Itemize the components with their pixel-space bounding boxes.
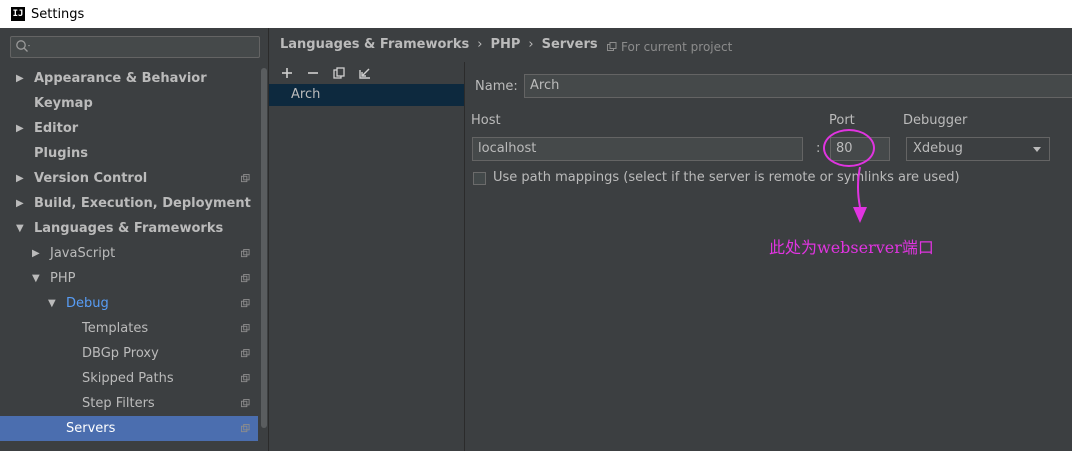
- project-scope-icon: [607, 42, 617, 51]
- copy-icon: [333, 67, 345, 79]
- path-mappings-label: Use path mappings (select if the server …: [493, 170, 960, 185]
- title-bar: IJ Settings: [0, 0, 1072, 28]
- sidebar-item-php[interactable]: ▼ PHP: [0, 266, 258, 291]
- project-scope-icon: [241, 299, 250, 308]
- sidebar-item-label: PHP: [50, 271, 76, 286]
- sidebar-item-label: Debug: [66, 296, 109, 311]
- sidebar-item-label: Templates: [82, 321, 149, 336]
- host-label: Host: [471, 113, 501, 128]
- project-scope-icon: [241, 349, 250, 358]
- copy-server-button[interactable]: [329, 65, 349, 81]
- triangle-right-icon[interactable]: ▶: [16, 199, 26, 209]
- import-icon: [359, 68, 370, 79]
- remove-server-button[interactable]: [303, 65, 323, 81]
- import-server-button[interactable]: [355, 65, 375, 81]
- triangle-down-icon[interactable]: ▼: [48, 299, 58, 309]
- sidebar-item-label: Keymap: [34, 96, 93, 111]
- sidebar-item-label: Skipped Paths: [82, 371, 174, 386]
- project-scope-icon: [241, 374, 250, 383]
- server-list: Arch: [269, 84, 464, 106]
- sidebar-item-servers[interactable]: Servers: [0, 416, 258, 441]
- sidebar-item-languages-frameworks[interactable]: ▼ Languages & Frameworks: [0, 216, 258, 241]
- project-scope-icon: [241, 249, 250, 258]
- breadcrumb-separator: ›: [477, 37, 483, 52]
- sidebar-item-skipped-paths[interactable]: Skipped Paths: [0, 366, 258, 391]
- sidebar-item-templates[interactable]: Templates: [0, 316, 258, 341]
- project-scope-icon: [241, 424, 250, 433]
- plus-icon: [282, 68, 292, 78]
- for-current-project-label: For current project: [621, 40, 733, 54]
- sidebar-item-label: Plugins: [34, 146, 88, 161]
- triangle-right-icon[interactable]: ▶: [16, 74, 26, 84]
- for-current-project-note: For current project: [607, 40, 732, 54]
- chevron-down-icon: [1033, 147, 1041, 152]
- server-list-item[interactable]: Arch: [269, 84, 464, 106]
- project-scope-icon: [241, 399, 250, 408]
- triangle-down-icon[interactable]: ▼: [16, 224, 26, 234]
- sidebar-scrollbar[interactable]: [260, 68, 268, 451]
- breadcrumb: Languages & Frameworks › PHP › Servers: [280, 37, 598, 52]
- sidebar-item-label: DBGp Proxy: [82, 346, 159, 361]
- project-scope-icon: [241, 324, 250, 333]
- breadcrumb-separator: ›: [528, 37, 534, 52]
- window-title: Settings: [31, 6, 85, 22]
- triangle-right-icon[interactable]: ▶: [32, 249, 42, 259]
- minus-icon: [308, 72, 318, 74]
- triangle-right-icon[interactable]: ▶: [16, 124, 26, 134]
- server-detail-form: Name: Arch Host localhost : Port 80 Debu…: [465, 62, 1072, 451]
- debugger-label: Debugger: [903, 113, 968, 128]
- main-panel: Languages & Frameworks › PHP › Servers F…: [269, 28, 1072, 451]
- breadcrumb-item: PHP: [490, 37, 521, 52]
- triangle-right-icon[interactable]: ▶: [16, 174, 26, 184]
- name-input[interactable]: Arch: [524, 74, 1072, 98]
- sidebar-item-label: Version Control: [34, 171, 148, 186]
- sidebar-item-label: Build, Execution, Deployment: [34, 196, 251, 211]
- triangle-down-icon[interactable]: ▼: [32, 274, 42, 284]
- annotation-arrow-icon: [853, 167, 867, 223]
- name-label: Name:: [475, 79, 518, 94]
- sidebar-item-appearance-behavior[interactable]: ▶ Appearance & Behavior: [0, 66, 258, 91]
- sidebar-item-label: Step Filters: [82, 396, 155, 411]
- sidebar-item-label: JavaScript: [50, 246, 116, 261]
- sidebar-item-label: Servers: [66, 421, 116, 436]
- breadcrumb-item: Languages & Frameworks: [280, 37, 470, 52]
- sidebar-item-build-execution-deployment[interactable]: ▶ Build, Execution, Deployment: [0, 191, 258, 216]
- sidebar-item-plugins[interactable]: Plugins: [0, 141, 258, 166]
- settings-sidebar: ▶ Appearance & Behavior Keymap ▶ Editor Plugi…: [0, 28, 269, 451]
- path-mappings-checkbox[interactable]: [473, 172, 486, 185]
- host-input[interactable]: localhost: [472, 137, 803, 161]
- sidebar-item-javascript[interactable]: ▶ JavaScript: [0, 241, 258, 266]
- sidebar-item-editor[interactable]: ▶ Editor: [0, 116, 258, 141]
- project-scope-icon: [241, 174, 250, 183]
- sidebar-item-label: Editor: [34, 121, 79, 136]
- port-label: Port: [829, 113, 855, 128]
- breadcrumb-item: Servers: [541, 37, 598, 52]
- sidebar-item-step-filters[interactable]: Step Filters: [0, 391, 258, 416]
- annotation-circle: [823, 129, 875, 167]
- intellij-logo-icon: IJ: [11, 7, 25, 21]
- settings-tree: ▶ Appearance & Behavior Keymap ▶ Editor Plugi…: [0, 66, 258, 441]
- annotation-text: 此处为webserver端口: [769, 238, 934, 257]
- settings-search-input[interactable]: [10, 36, 260, 58]
- scrollbar-thumb[interactable]: [261, 68, 267, 428]
- host-port-colon: :: [816, 141, 821, 156]
- sidebar-item-keymap[interactable]: Keymap: [0, 91, 258, 116]
- sidebar-item-debug[interactable]: ▼ Debug: [0, 291, 258, 316]
- server-list-panel: Arch: [269, 62, 465, 451]
- sidebar-item-dbgp-proxy[interactable]: DBGp Proxy: [0, 341, 258, 366]
- sidebar-item-version-control[interactable]: ▶ Version Control: [0, 166, 258, 191]
- search-icon: [15, 39, 31, 59]
- add-server-button[interactable]: [277, 65, 297, 81]
- server-toolbar: [277, 65, 375, 81]
- sidebar-item-label: Languages & Frameworks: [34, 221, 224, 236]
- project-scope-icon: [241, 274, 250, 283]
- sidebar-item-label: Appearance & Behavior: [34, 71, 207, 86]
- debugger-selected-value: Xdebug: [913, 141, 963, 156]
- debugger-select[interactable]: Xdebug: [906, 137, 1050, 161]
